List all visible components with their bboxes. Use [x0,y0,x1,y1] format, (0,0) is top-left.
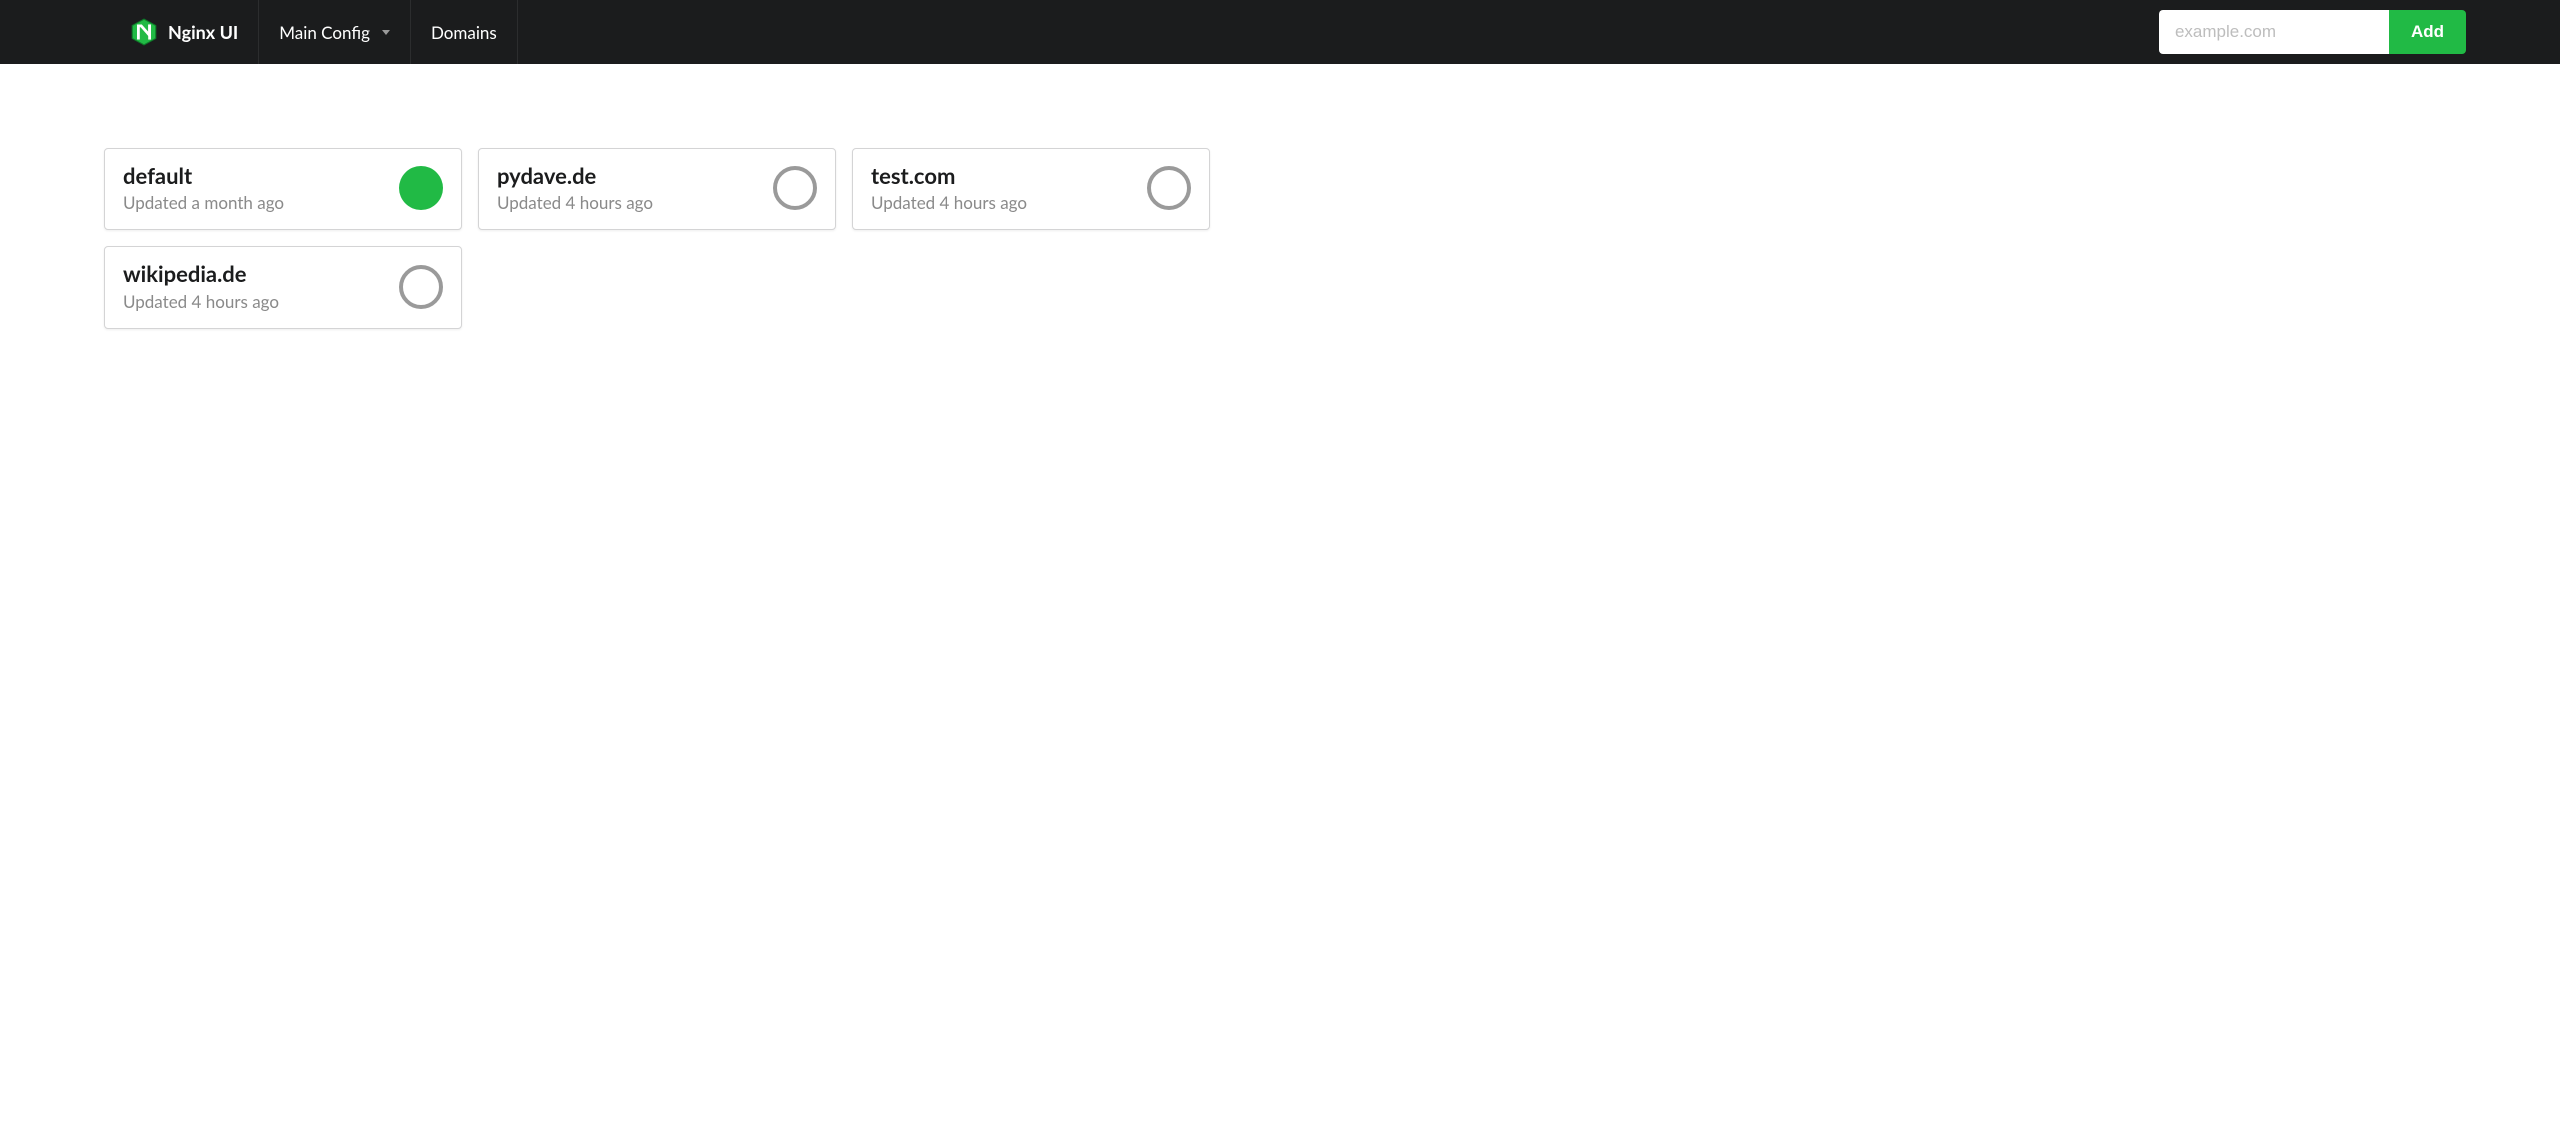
add-domain-form: Add [2159,0,2466,64]
domain-updated: Updated 4 hours ago [123,291,387,312]
domain-card-text: pydave.de Updated 4 hours ago [497,163,761,213]
nav-spacer [518,0,2159,64]
domain-updated: Updated 4 hours ago [497,192,761,213]
domain-card[interactable]: pydave.de Updated 4 hours ago [478,148,836,230]
nav-main-config-label: Main Config [279,22,370,43]
domain-card[interactable]: wikipedia.de Updated 4 hours ago [104,246,462,328]
domain-card-text: default Updated a month ago [123,163,387,213]
status-inactive-icon[interactable] [1147,166,1191,210]
status-inactive-icon[interactable] [773,166,817,210]
domain-card[interactable]: test.com Updated 4 hours ago [852,148,1210,230]
content: default Updated a month ago pydave.de Updat… [0,64,2560,329]
chevron-down-icon [382,30,390,35]
domain-name: pydave.de [497,163,761,189]
domain-card-grid: default Updated a month ago pydave.de Updat… [104,148,2460,329]
domain-input[interactable] [2159,10,2389,54]
domain-card[interactable]: default Updated a month ago [104,148,462,230]
navbar: Nginx UI Main Config Domains Add [0,0,2560,64]
brand-title: Nginx UI [168,21,238,43]
domain-name: test.com [871,163,1135,189]
nav-domains[interactable]: Domains [411,0,518,64]
domain-card-text: wikipedia.de Updated 4 hours ago [123,261,387,311]
brand[interactable]: Nginx UI [130,0,259,64]
domain-updated: Updated 4 hours ago [871,192,1135,213]
domain-name: wikipedia.de [123,261,387,287]
add-button[interactable]: Add [2389,10,2466,54]
nav-main-config[interactable]: Main Config [259,0,411,64]
domain-name: default [123,163,387,189]
domain-updated: Updated a month ago [123,192,387,213]
status-active-icon[interactable] [399,166,443,210]
domain-card-text: test.com Updated 4 hours ago [871,163,1135,213]
nginx-logo-icon [130,18,158,46]
nav-domains-label: Domains [431,22,497,43]
status-inactive-icon[interactable] [399,265,443,309]
